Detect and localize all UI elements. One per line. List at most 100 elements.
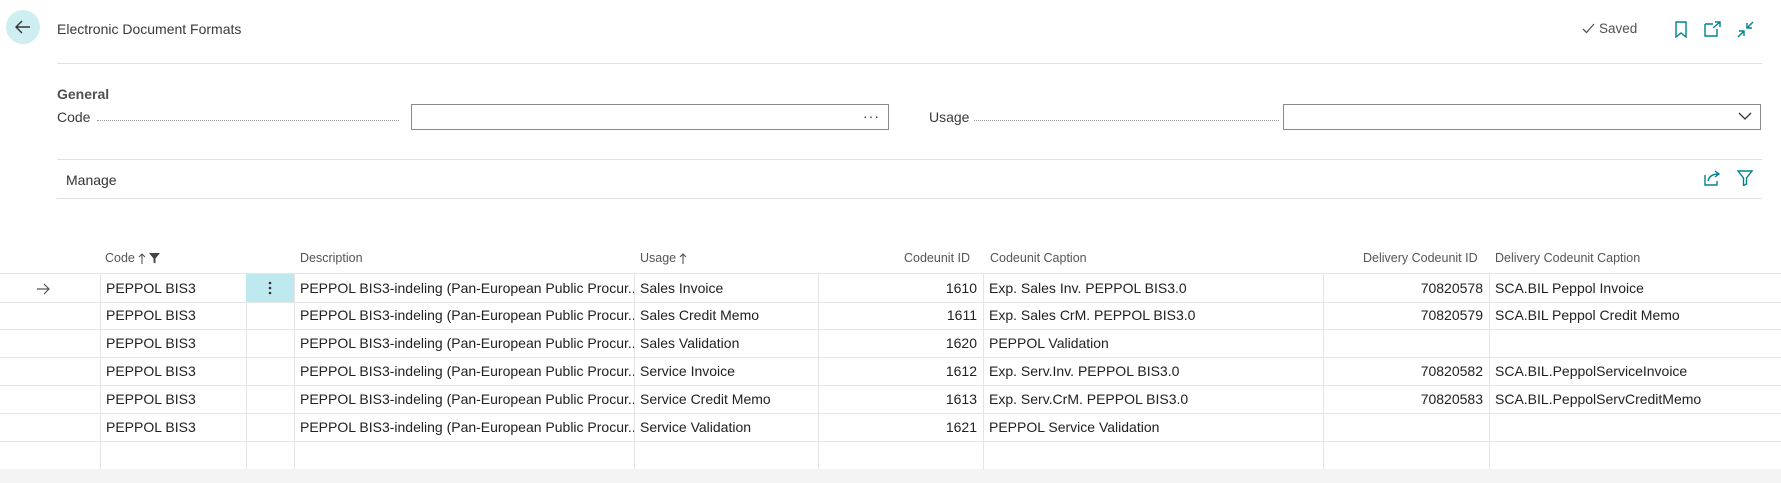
column-divider (246, 441, 247, 469)
cell-delivery-codeunit-id (1323, 413, 1489, 441)
saved-label: Saved (1599, 21, 1638, 36)
cell-delivery-codeunit-id: 70820582 (1420, 363, 1483, 379)
share-icon (1704, 170, 1721, 186)
cell-code[interactable]: PEPPOL BIS3 (100, 329, 246, 357)
chevron-down-icon (1738, 112, 1752, 120)
col-header-delivery-codeunit-id[interactable]: Delivery Codeunit ID (1363, 251, 1478, 265)
row-actions-button[interactable] (246, 274, 294, 302)
cell-delivery-codeunit-caption (1489, 329, 1781, 357)
table-row[interactable]: PEPPOL BIS3 PEPPOL BIS3-indeling (Pan-Eur… (0, 385, 1781, 414)
table-row[interactable]: PEPPOL BIS3 PEPPOL BIS3-indeling (Pan-Eur… (0, 273, 1781, 303)
back-arrow-icon (15, 20, 30, 34)
table-row[interactable]: PEPPOL BIS3 PEPPOL BIS3-indeling (Pan-Eur… (0, 301, 1781, 330)
table-row[interactable]: PEPPOL BIS3 PEPPOL BIS3-indeling (Pan-Eur… (0, 413, 1781, 442)
cell-codeunit-caption: Exp. Serv.Inv. PEPPOL BIS3.0 (989, 363, 1180, 379)
back-button[interactable] (6, 10, 40, 44)
table-row[interactable]: PEPPOL BIS3 PEPPOL BIS3-indeling (Pan-Eur… (0, 357, 1781, 386)
column-divider (246, 357, 247, 385)
cell-codeunit-id: 1610 (945, 280, 977, 296)
table-row[interactable]: PEPPOL BIS3 PEPPOL BIS3-indeling (Pan-Eur… (0, 329, 1781, 358)
usage-select[interactable] (1283, 104, 1761, 130)
cell-description: PEPPOL BIS3-indeling (Pan-European Publi… (300, 335, 634, 351)
grid-bottom-strip (0, 469, 1781, 483)
usage-label: Usage (929, 109, 970, 125)
manage-bottom-divider (57, 198, 1762, 199)
sort-ascending-icon (679, 252, 687, 264)
cell-delivery-codeunit-id: 70820578 (1420, 280, 1483, 296)
column-divider (818, 441, 819, 469)
column-divider (1323, 441, 1324, 469)
section-general-title: General (57, 86, 110, 102)
cell-codeunit-caption: PEPPOL Validation (989, 335, 1109, 351)
col-header-codeunit-id[interactable]: Codeunit ID (904, 251, 970, 265)
filter-active-icon (148, 252, 160, 263)
col-header-delivery-codeunit-caption[interactable]: Delivery Codeunit Caption (1495, 251, 1640, 265)
col-header-description[interactable]: Description (300, 251, 363, 265)
collapse-button[interactable] (1736, 20, 1754, 38)
column-divider (100, 441, 101, 469)
code-field[interactable]: ··· (411, 104, 889, 130)
col-header-usage-label: Usage (640, 251, 677, 265)
col-header-code[interactable]: Code (105, 251, 160, 265)
cell-codeunit-id: 1612 (945, 363, 977, 379)
cell-delivery-codeunit-caption: SCA.BIL Peppol Credit Memo (1495, 307, 1680, 323)
cell-description: PEPPOL BIS3-indeling (Pan-European Publi… (300, 419, 634, 435)
saved-status: Saved (1582, 21, 1637, 36)
filter-icon (1736, 170, 1754, 187)
bookmark-icon (1675, 20, 1687, 38)
check-icon (1582, 23, 1595, 34)
cell-delivery-codeunit-caption: SCA.BIL Peppol Invoice (1495, 280, 1644, 296)
cell-code[interactable]: PEPPOL BIS3 (100, 413, 246, 441)
page-title: Electronic Document Formats (57, 21, 242, 37)
column-divider (634, 441, 635, 469)
cell-description: PEPPOL BIS3-indeling (Pan-European Publi… (300, 363, 634, 379)
cell-codeunit-id: 1620 (945, 335, 977, 351)
header-divider (57, 63, 1762, 64)
cell-delivery-codeunit-id: 70820579 (1420, 307, 1483, 323)
cell-codeunit-caption: Exp. Sales Inv. PEPPOL BIS3.0 (989, 280, 1187, 296)
cell-code[interactable]: PEPPOL BIS3 (100, 301, 246, 329)
cell-usage: Service Credit Memo (640, 391, 771, 407)
col-header-usage[interactable]: Usage (640, 251, 687, 265)
col-header-codeunit-caption[interactable]: Codeunit Caption (990, 251, 1087, 265)
cell-delivery-codeunit-id: 70820583 (1420, 391, 1483, 407)
code-leader-dots (97, 119, 399, 121)
current-row-arrow-icon (37, 282, 51, 295)
collapse-icon (1737, 21, 1753, 37)
cell-code[interactable]: PEPPOL BIS3 (100, 274, 246, 302)
cell-delivery-codeunit-caption (1489, 413, 1781, 441)
cell-usage: Sales Validation (640, 335, 740, 351)
cell-code[interactable]: PEPPOL BIS3 (100, 357, 246, 385)
cell-codeunit-id: 1613 (945, 391, 977, 407)
column-divider (983, 441, 984, 469)
share-button[interactable] (1704, 170, 1722, 188)
bookmark-button[interactable] (1672, 20, 1690, 38)
manage-top-divider (57, 159, 1762, 160)
lookup-ellipsis-icon[interactable]: ··· (863, 108, 880, 124)
column-divider (246, 413, 247, 441)
filter-button[interactable] (1736, 170, 1755, 188)
table-row-empty[interactable] (0, 441, 1781, 470)
cell-codeunit-caption: Exp. Serv.CrM. PEPPOL BIS3.0 (989, 391, 1189, 407)
cell-description: PEPPOL BIS3-indeling (Pan-European Publi… (300, 307, 634, 323)
sort-ascending-icon (138, 252, 146, 264)
column-divider (246, 301, 247, 329)
vertical-ellipsis-icon (268, 281, 272, 295)
code-label: Code (57, 109, 91, 125)
cell-code[interactable]: PEPPOL BIS3 (100, 385, 246, 413)
cell-codeunit-caption: Exp. Sales CrM. PEPPOL BIS3.0 (989, 307, 1196, 323)
manage-action[interactable]: Manage (66, 172, 117, 188)
cell-usage: Service Validation (640, 419, 752, 435)
cell-description: PEPPOL BIS3-indeling (Pan-European Publi… (300, 391, 634, 407)
open-new-window-button[interactable] (1703, 20, 1721, 38)
usage-leader-dots (974, 119, 1279, 121)
cell-codeunit-caption: PEPPOL Service Validation (989, 419, 1160, 435)
cell-usage: Sales Credit Memo (640, 307, 760, 323)
cell-codeunit-id: 1621 (945, 419, 977, 435)
col-header-code-label: Code (105, 251, 135, 265)
cell-usage: Sales Invoice (640, 280, 724, 296)
cell-delivery-codeunit-id (1323, 329, 1489, 357)
cell-codeunit-id: 1611 (946, 307, 977, 323)
cell-delivery-codeunit-caption: SCA.BIL.PeppolServiceInvoice (1495, 363, 1688, 379)
column-divider (246, 329, 247, 357)
